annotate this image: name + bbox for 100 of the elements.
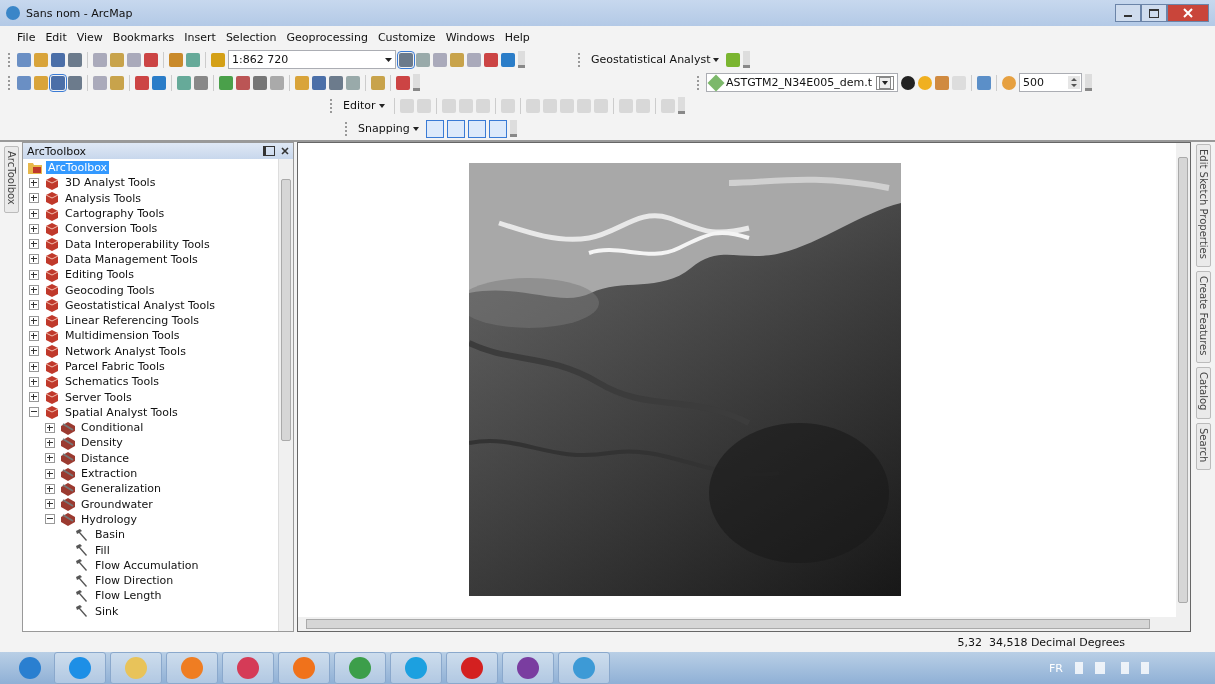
tree-item[interactable]: Density [79,436,125,450]
expand-icon[interactable] [29,269,39,280]
hammer-icon [74,558,90,573]
hammer-icon [74,604,90,619]
toolbar-options-icon[interactable] [1085,74,1092,91]
dock-tab[interactable]: Search [1195,422,1211,471]
toolset-icon [60,466,76,481]
tree-item[interactable]: Linear Referencing Tools [63,314,201,328]
menu-item[interactable]: Windows [440,30,500,44]
contrast-icon[interactable] [901,75,915,90]
toolset-icon [60,497,76,512]
toolbar-options-icon[interactable] [518,51,525,68]
toolbar-options-icon[interactable] [413,74,420,91]
toolbar-options-icon[interactable] [509,120,517,137]
tree-item[interactable]: Flow Direction [93,574,176,588]
tree-item[interactable]: Flow Accumulation [93,558,201,572]
toolbar-options-icon[interactable] [743,51,751,68]
expand-icon[interactable] [29,300,39,311]
caret-icon [876,75,894,90]
tree-item[interactable]: Schematics Tools [63,375,161,389]
tree-item[interactable]: Fill [93,543,112,557]
maximize-button[interactable] [1141,4,1167,22]
tree-item[interactable]: Spatial Analyst Tools [63,405,180,419]
tree-item[interactable]: Basin [93,528,128,542]
hammer-icon [74,588,90,603]
expand-icon[interactable] [45,453,55,464]
expand-icon[interactable] [29,208,39,219]
close-button[interactable] [1167,4,1209,22]
menu-item[interactable]: Edit [40,30,72,44]
menu-item[interactable]: Geoprocessing [281,30,373,44]
collapse-icon[interactable] [29,407,39,418]
menu-item[interactable]: Selection [220,30,282,44]
menu-item[interactable]: Customize [372,30,441,44]
expand-icon[interactable] [29,392,39,403]
dock-tab[interactable]: ArcToolbox [3,146,19,213]
snapping-menu[interactable]: Snapping [354,122,423,135]
tree-item[interactable]: Conditional [79,421,146,435]
scrollbar[interactable] [1176,143,1190,617]
expand-icon[interactable] [29,239,39,250]
tree-item[interactable]: Editing Tools [63,268,136,282]
expand-icon[interactable] [29,177,39,188]
expand-icon[interactable] [29,315,39,326]
minimize-button[interactable] [1115,4,1141,22]
menu-item[interactable]: File [12,30,41,44]
tree-item[interactable]: Flow Length [93,589,164,603]
tree-item[interactable]: Geocoding Tools [63,283,157,297]
tree-item[interactable]: Data Management Tools [63,252,200,266]
expand-icon[interactable] [29,346,39,357]
close-icon [1183,8,1193,18]
tree-item[interactable]: Network Analyst Tools [63,344,188,358]
coordinates-readout: 5,32 34,518 Decimal Degrees [957,635,1125,649]
tree-item[interactable]: Geostatistical Analyst Tools [63,298,218,312]
menu-item[interactable]: Insert [179,30,221,44]
scale-dropdown[interactable]: 1:862 720 [228,50,396,69]
dock-tab[interactable]: Edit Sketch Properties [1195,144,1211,267]
tree-item[interactable]: Analysis Tools [63,191,143,205]
expand-icon[interactable] [29,223,39,234]
collapse-icon[interactable] [45,514,55,525]
tree-item[interactable]: Data Interoperability Tools [63,237,212,251]
editor-menu[interactable]: Editor [339,99,389,112]
tree-item[interactable]: Server Tools [63,390,134,404]
scrollbar[interactable] [278,159,293,631]
menu-item[interactable]: View [71,30,108,44]
expand-icon[interactable] [29,193,39,204]
tree-item[interactable]: Multidimension Tools [63,329,182,343]
menu-item[interactable]: Help [499,30,535,44]
expand-icon[interactable] [29,361,39,372]
menu-item[interactable]: Bookmarks [107,30,180,44]
tree-item[interactable]: Groundwater [79,497,155,511]
geostatistical-analyst-menu[interactable]: Geostatistical Analyst [587,53,724,66]
tree-item[interactable]: Parcel Fabric Tools [63,360,167,373]
app-icon [6,6,20,20]
tree-item[interactable]: Cartography Tools [63,207,167,221]
scrollbar[interactable] [298,617,1190,631]
tree-item[interactable]: Sink [93,604,121,618]
layer-dropdown[interactable]: ASTGTM2_N34E005_dem.t [706,73,898,92]
expand-icon[interactable] [45,499,55,510]
expand-icon[interactable] [45,468,55,479]
expand-icon[interactable] [29,376,39,387]
tree-item[interactable]: Conversion Tools [63,222,160,236]
expand-icon[interactable] [45,438,55,448]
caret-icon [378,103,385,108]
tree-item[interactable]: Extraction [79,467,140,481]
expand-icon[interactable] [29,330,39,341]
toolbar-options-icon[interactable] [677,97,685,114]
tree-item[interactable]: Hydrology [79,512,140,526]
expand-icon[interactable] [29,285,39,295]
expand-icon[interactable] [29,254,39,265]
tree-item[interactable]: Distance [79,451,132,465]
tree-item[interactable]: Generalization [79,482,163,496]
tree-item[interactable]: 3D Analyst Tools [63,176,158,190]
close-icon[interactable] [281,147,289,155]
dock-tab[interactable]: Create Features [1195,270,1211,364]
expand-icon[interactable] [45,483,55,494]
dock-tab[interactable]: Catalog [1195,367,1211,419]
toolset-icon [60,451,76,466]
toolset-icon [60,420,76,435]
rate-spinbox[interactable]: 500 [1019,73,1082,92]
window-title: Sans nom - ArcMap [26,6,133,20]
expand-icon[interactable] [45,422,55,433]
